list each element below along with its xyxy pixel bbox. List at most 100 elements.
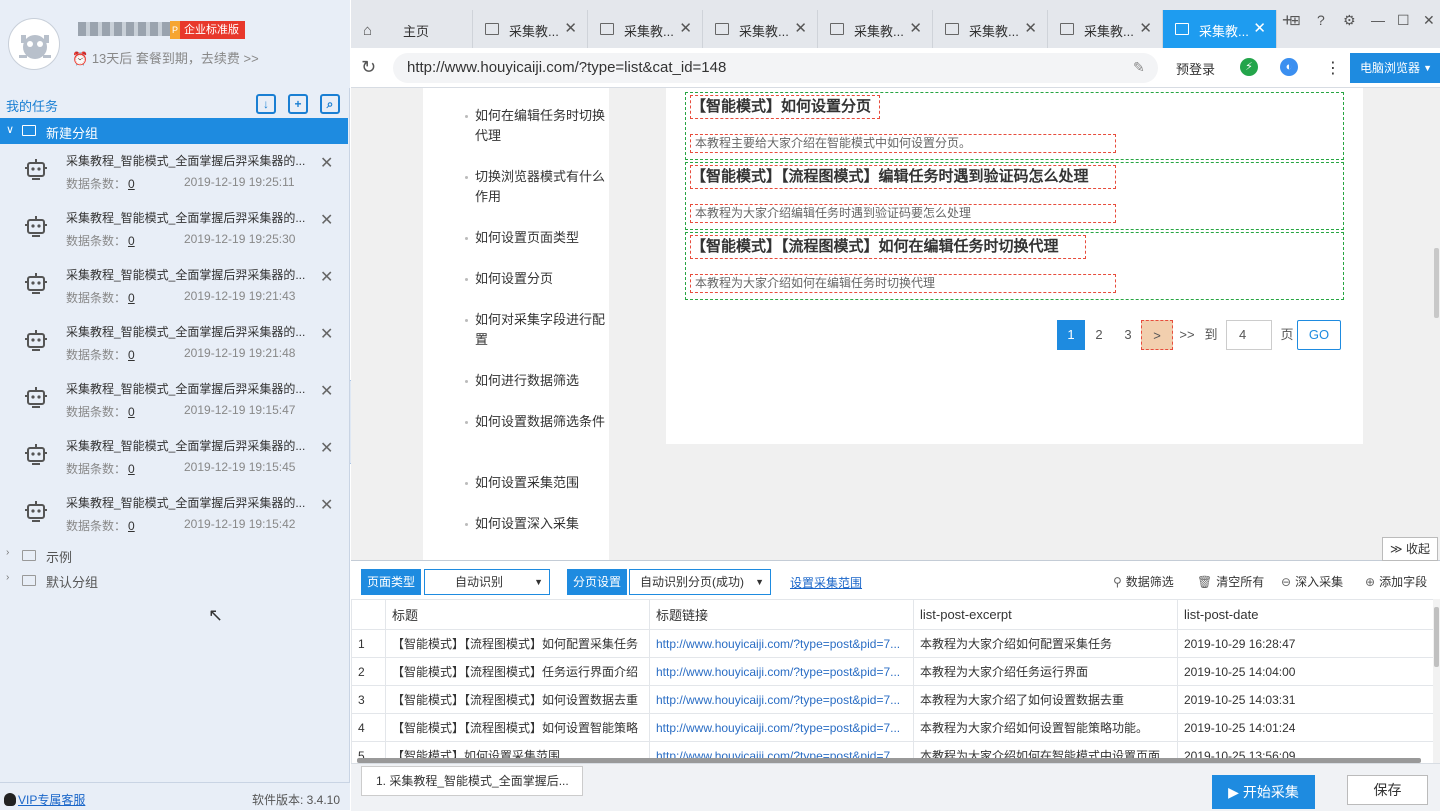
table-row[interactable]: 2 【智能模式】【流程图模式】任务运行界面介绍 http://www.houyica… bbox=[351, 657, 1434, 686]
refresh-icon[interactable]: ↻ bbox=[361, 57, 376, 78]
browser-mode-button[interactable]: 电脑浏览器 ▼ bbox=[1350, 53, 1440, 83]
web-nav-item[interactable]: 如何设置数据筛选条件 bbox=[465, 412, 605, 432]
speed-icon[interactable]: ⚡ bbox=[1240, 58, 1258, 76]
close-icon[interactable]: ✕ bbox=[320, 438, 333, 458]
expire-notice[interactable]: ⏰ 13天后 套餐到期，去续费 >> bbox=[72, 48, 259, 67]
task-item[interactable]: 采集教程_智能模式_全面掌握后羿采集器的... 数据条数： 0 2019-12-19 … bbox=[0, 429, 348, 486]
tab-label: 采集教... bbox=[969, 24, 1019, 39]
web-nav-item[interactable]: 如何设置分页 bbox=[465, 269, 605, 289]
tab-home[interactable]: ⌂ 主页 bbox=[351, 10, 473, 48]
article-title[interactable]: 【智能模式】如何设置分页 bbox=[690, 95, 880, 119]
column-header[interactable]: 标题 bbox=[385, 599, 650, 630]
close-icon[interactable]: ✕ bbox=[1024, 19, 1037, 37]
tab-item[interactable]: 采集教... ✕ bbox=[473, 10, 588, 48]
page-type-label: 页面类型 bbox=[361, 569, 422, 595]
close-icon[interactable]: ✕ bbox=[794, 19, 807, 37]
column-header[interactable]: list-post-excerpt bbox=[913, 599, 1178, 630]
clear-all-tool[interactable]: 🗑 清空所有 bbox=[1197, 573, 1264, 590]
task-item[interactable]: 采集教程_智能模式_全面掌握后羿采集器的... 数据条数： 0 2019-12-19 … bbox=[0, 372, 348, 429]
web-nav-item[interactable]: 如何在编辑任务时切换代理 bbox=[465, 106, 605, 146]
maximize-icon[interactable]: ☐ bbox=[1397, 12, 1410, 29]
deep-collect-tool[interactable]: ⊖ 深入采集 bbox=[1281, 573, 1343, 590]
window-close-icon[interactable]: ✕ bbox=[1423, 12, 1435, 29]
close-icon[interactable]: ✕ bbox=[320, 324, 333, 344]
page-3[interactable]: 3 bbox=[1114, 320, 1142, 350]
group-example[interactable]: › 示例 bbox=[0, 543, 348, 567]
tab-item[interactable]: 采集教... ✕ bbox=[588, 10, 703, 48]
web-scrollbar-thumb[interactable] bbox=[1434, 248, 1439, 318]
task-tab[interactable]: 1. 采集教程_智能模式_全面掌握后... bbox=[361, 766, 583, 796]
gear-icon[interactable]: ⚙ bbox=[1343, 12, 1356, 29]
page-type-select[interactable]: 自动识别 ▼ bbox=[424, 569, 550, 595]
edit-icon[interactable]: ✎ bbox=[1133, 59, 1145, 76]
task-item[interactable]: 采集教程_智能模式_全面掌握后羿采集器的... 数据条数： 0 2019-12-19 … bbox=[0, 315, 348, 372]
close-icon[interactable]: ✕ bbox=[320, 495, 333, 515]
web-nav-item[interactable]: 如何进行数据筛选 bbox=[465, 371, 605, 391]
close-icon[interactable]: ✕ bbox=[909, 19, 922, 37]
article-title[interactable]: 【智能模式】【流程图模式】编辑任务时遇到验证码怎么处理 bbox=[690, 165, 1116, 189]
avatar[interactable] bbox=[8, 18, 60, 70]
task-item[interactable]: 采集教程_智能模式_全面掌握后羿采集器的... 数据条数： 0 2019-12-19 … bbox=[0, 201, 348, 258]
close-icon[interactable]: ✕ bbox=[320, 153, 333, 173]
close-icon[interactable]: ✕ bbox=[320, 210, 333, 230]
close-icon[interactable]: ✕ bbox=[1139, 19, 1152, 37]
table-row[interactable]: 3 【智能模式】【流程图模式】如何设置数据去重 http://www.houyica… bbox=[351, 685, 1434, 714]
task-item[interactable]: 采集教程_智能模式_全面掌握后羿采集器的... 数据条数： 0 2019-12-19 … bbox=[0, 486, 348, 543]
prelogin-button[interactable]: 预登录 bbox=[1176, 59, 1215, 78]
task-item[interactable]: 采集教程_智能模式_全面掌握后羿采集器的... 数据条数： 0 2019-12-19 … bbox=[0, 258, 348, 315]
web-nav-item[interactable]: 如何设置深入采集 bbox=[465, 514, 605, 534]
column-header[interactable]: list-post-date bbox=[1177, 599, 1434, 630]
help-icon[interactable]: ? bbox=[1317, 12, 1325, 28]
close-icon[interactable]: ✕ bbox=[679, 19, 692, 37]
column-header[interactable] bbox=[351, 599, 386, 630]
save-button[interactable]: 保存 bbox=[1347, 775, 1428, 805]
web-nav-item[interactable]: 如何对采集字段进行配置 bbox=[465, 310, 605, 350]
set-range-link[interactable]: 设置采集范围 bbox=[790, 574, 862, 591]
tab-item[interactable]: 采集教... ✕ bbox=[1048, 10, 1163, 48]
go-button[interactable]: GO bbox=[1297, 320, 1341, 350]
filter-tool[interactable]: ⚲ 数据筛选 bbox=[1113, 573, 1174, 590]
table-vscrollbar-thumb[interactable] bbox=[1434, 607, 1439, 667]
minimize-icon[interactable]: — bbox=[1371, 12, 1385, 28]
pagination-select[interactable]: 自动识别分页(成功) ▼ bbox=[629, 569, 771, 595]
article-item[interactable]: 【智能模式】如何设置分页 本教程主要给大家介绍在智能模式中如何设置分页。 bbox=[685, 92, 1344, 160]
table-row[interactable]: 4 【智能模式】【流程图模式】如何设置智能策略 http://www.houyica… bbox=[351, 713, 1434, 742]
next-page[interactable]: > bbox=[1141, 320, 1173, 350]
group-default[interactable]: › 默认分组 bbox=[0, 568, 348, 592]
tab-item[interactable]: 采集教... ✕ bbox=[933, 10, 1048, 48]
close-icon[interactable]: ✕ bbox=[320, 267, 333, 287]
gift-icon[interactable]: ⊞ bbox=[1289, 12, 1301, 29]
column-header[interactable]: 标题链接 bbox=[649, 599, 914, 630]
more-icon[interactable]: ⋮ bbox=[1325, 58, 1341, 78]
search-task-icon[interactable]: ⌕ bbox=[320, 94, 340, 114]
group-new[interactable]: ∨ 新建分组 bbox=[0, 118, 348, 144]
import-icon[interactable]: ↓ bbox=[256, 94, 276, 114]
close-icon[interactable]: ✕ bbox=[564, 19, 577, 37]
article-title[interactable]: 【智能模式】【流程图模式】如何在编辑任务时切换代理 bbox=[690, 235, 1086, 259]
last-page[interactable]: >> bbox=[1173, 320, 1201, 350]
page-2[interactable]: 2 bbox=[1085, 320, 1113, 350]
article-item[interactable]: 【智能模式】【流程图模式】编辑任务时遇到验证码怎么处理 本教程为大家介绍编辑任务… bbox=[685, 162, 1344, 230]
page-1[interactable]: 1 bbox=[1057, 320, 1085, 350]
tab-item[interactable]: 采集教... ✕ bbox=[703, 10, 818, 48]
tab-item[interactable]: 采集教... ✕ bbox=[818, 10, 933, 48]
start-collect-button[interactable]: ▶ 开始采集 bbox=[1212, 775, 1315, 809]
web-scrollbar[interactable] bbox=[1433, 88, 1440, 560]
collapse-button[interactable]: ≫ 收起 bbox=[1382, 537, 1438, 561]
vip-support-link[interactable]: VIP专属客服 bbox=[4, 791, 85, 808]
web-nav-item[interactable]: 如何设置页面类型 bbox=[465, 228, 605, 248]
article-item[interactable]: 【智能模式】【流程图模式】如何在编辑任务时切换代理 本教程为大家介绍如何在编辑任… bbox=[685, 232, 1344, 300]
task-item[interactable]: 采集教程_智能模式_全面掌握后羿采集器的... 数据条数： 0 2019-12-19 … bbox=[0, 144, 348, 201]
table-row[interactable]: 1 【智能模式】【流程图模式】如何配置采集任务 http://www.houyica… bbox=[351, 629, 1434, 658]
url-input[interactable]: http://www.houyicaiji.com/?type=list&cat… bbox=[393, 53, 1158, 83]
web-nav-item[interactable]: 切换浏览器模式有什么作用 bbox=[465, 167, 605, 207]
tab-active[interactable]: 采集教... ✕ bbox=[1163, 10, 1277, 48]
close-icon[interactable]: ✕ bbox=[320, 381, 333, 401]
web-nav-item[interactable]: 如何设置采集范围 bbox=[465, 473, 605, 493]
add-field-tool[interactable]: ⊕ 添加字段 bbox=[1365, 573, 1427, 590]
add-task-icon[interactable]: + bbox=[288, 94, 308, 114]
page-unit: 页 bbox=[1280, 327, 1294, 342]
page-input[interactable]: 4 bbox=[1226, 320, 1272, 350]
ext-icon[interactable]: ◐ bbox=[1280, 58, 1298, 76]
close-icon[interactable]: ✕ bbox=[1253, 19, 1266, 37]
